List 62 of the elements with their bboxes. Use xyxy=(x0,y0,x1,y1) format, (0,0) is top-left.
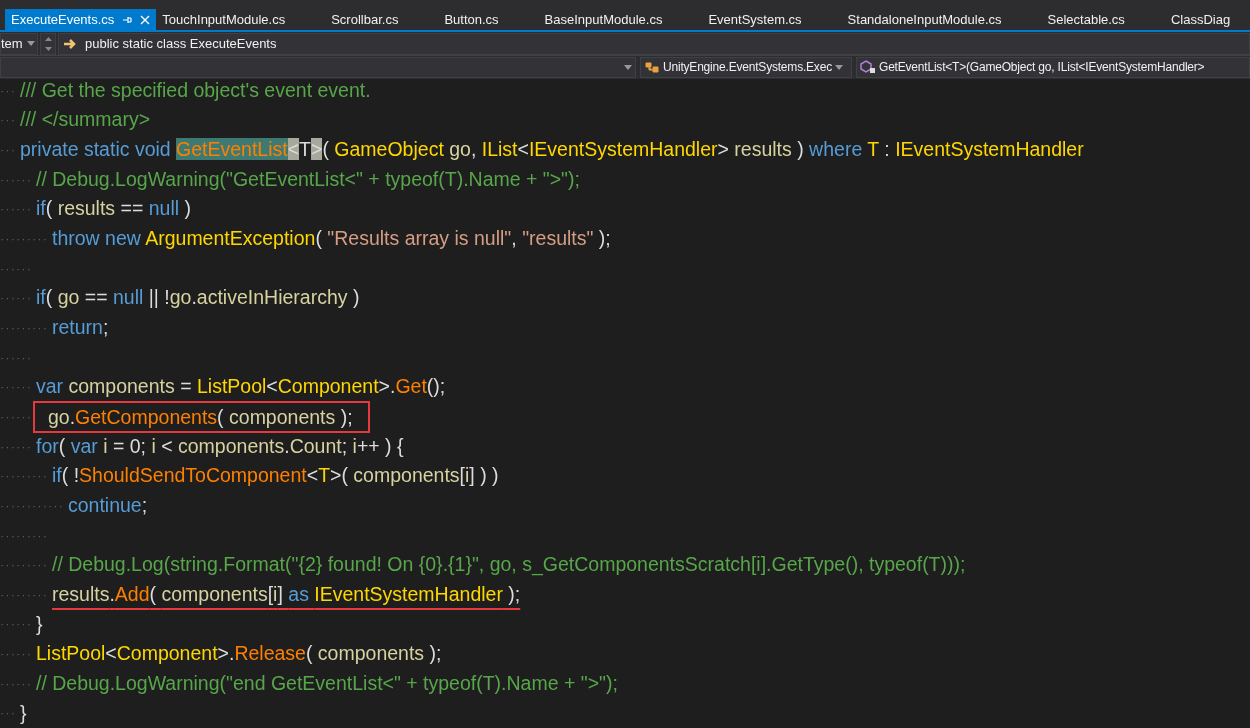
project-dropdown[interactable]: tem xyxy=(0,32,38,55)
whitespace-marker: ··· xyxy=(0,81,16,100)
whitespace-marker: ······ xyxy=(0,437,32,456)
method-icon xyxy=(860,60,876,75)
type-dropdown[interactable]: UnityEngine.EventSystems.Exec xyxy=(640,56,852,78)
file-tab[interactable]: BaseInputModule.cs xyxy=(538,9,703,31)
whitespace-marker: ········· xyxy=(0,556,48,575)
whitespace-marker: ······ xyxy=(0,674,32,693)
code-line: if( results == null ) xyxy=(36,196,191,222)
file-tab[interactable]: ExecuteEvents.cs xyxy=(5,9,157,31)
code-line: continue; xyxy=(67,492,148,518)
whitespace-marker: ······ xyxy=(0,378,32,397)
code-line: for( var i = 0; i < components.Count; i++ ) { xyxy=(36,433,404,459)
code-line: var components = ListPool<Component>.Get(); xyxy=(36,374,446,400)
whitespace-marker: ······ xyxy=(0,170,32,189)
whitespace-marker: ······ xyxy=(0,615,32,634)
whitespace-marker: ········· xyxy=(0,229,48,248)
member-dropdown[interactable]: GetEventList<T>(GameObject go, IList<IEventSystemHandler> xyxy=(856,56,1250,78)
code-line: // Debug.LogWarning("end GetEventList<" + typeof(T).Name + ">"); xyxy=(36,670,618,696)
class-icon xyxy=(644,60,660,75)
whitespace-marker: ······ xyxy=(0,645,32,664)
code-line: if( !ShouldSendToComponent<T>( components[i] ) ) xyxy=(51,463,499,489)
whitespace-marker: ······ xyxy=(0,259,32,278)
whitespace-marker: ··· xyxy=(0,704,16,723)
code-line: } xyxy=(36,611,43,637)
code-line: return; xyxy=(51,315,109,341)
whitespace-marker: ······ xyxy=(0,348,32,367)
code-line: if( go == null || !go.activeInHierarchy ) xyxy=(36,285,360,311)
whitespace-marker: ······ xyxy=(0,407,32,426)
code-line: /// </summary> xyxy=(20,107,151,133)
caret-icon xyxy=(834,64,843,70)
annotated-code-line: results.Add( components[i] as IEventSystemHandler ); xyxy=(51,581,521,607)
whitespace-marker: ········· xyxy=(0,585,48,604)
spinner-buttons[interactable] xyxy=(40,32,56,55)
file-tab[interactable]: Scrollbar.cs xyxy=(325,9,439,31)
close-icon[interactable] xyxy=(140,14,151,25)
pin-icon[interactable] xyxy=(122,14,133,25)
whitespace-marker: ··· xyxy=(0,140,16,159)
whitespace-marker: ········· xyxy=(0,526,48,545)
code-line: // Debug.LogWarning("GetEventList<" + typeof(T).Name + ">"); xyxy=(36,166,580,192)
file-tab[interactable]: ClassDiag xyxy=(1164,9,1250,31)
caret-icon xyxy=(624,64,632,70)
file-tab[interactable]: Selectable.cs xyxy=(1041,9,1165,31)
whitespace-marker: ··· xyxy=(0,111,16,130)
annotated-code-line: go.GetComponents( components ); xyxy=(36,403,367,430)
whitespace-marker: ······ xyxy=(0,200,32,219)
code-line: } xyxy=(20,700,27,726)
file-tab[interactable]: Button.cs xyxy=(438,9,539,31)
file-tab[interactable]: TouchInputModule.cs xyxy=(156,9,326,31)
whitespace-marker: ········· xyxy=(0,318,48,337)
code-line: ListPool<Component>.Release( components ); xyxy=(36,641,442,667)
whitespace-marker: ············ xyxy=(0,496,64,515)
arrow-icon xyxy=(63,37,77,50)
file-tab[interactable]: EventSystem.cs xyxy=(702,9,842,31)
caret-icon xyxy=(27,41,35,47)
code-line: throw new ArgumentException( "Results array is null", "results" ); xyxy=(51,226,611,252)
class-field[interactable]: public static class ExecuteEvents xyxy=(58,32,1250,55)
code-line: /// Get the specified object's event event. xyxy=(20,77,371,103)
whitespace-marker: ········· xyxy=(0,467,48,486)
code-line: // Debug.Log(string.Format("{2} found! On {0}.{1}", go, s_GetComponentsScratch[i].GetType(), typeof(T))); xyxy=(51,552,966,578)
file-tab[interactable]: StandaloneInputModule.cs xyxy=(841,9,1042,31)
whitespace-marker: ······ xyxy=(0,289,32,308)
